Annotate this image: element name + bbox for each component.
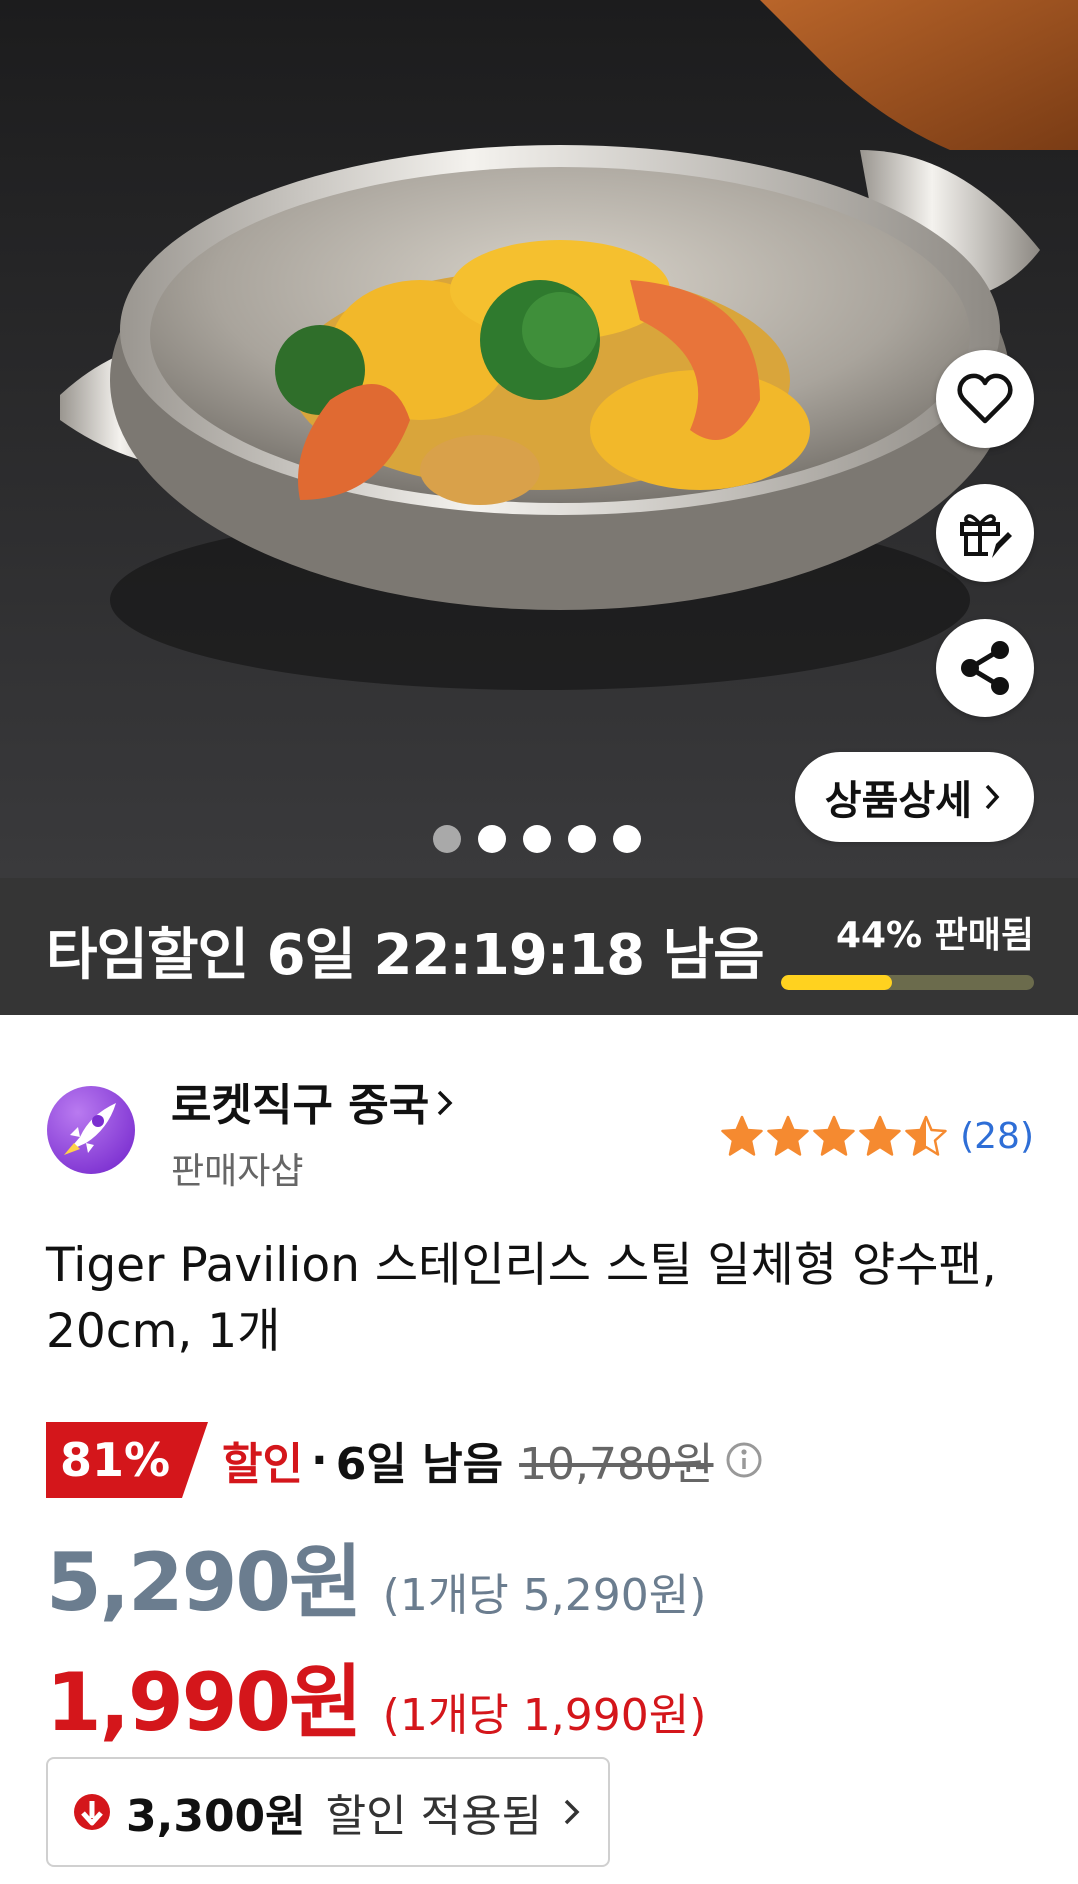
- carousel-dot[interactable]: [523, 825, 551, 853]
- discount-word: 할인: [222, 1439, 303, 1490]
- final-price-row: 1,990원 (1개당 1,990원): [46, 1638, 706, 1754]
- applied-text: 할인 적용됨: [325, 1791, 543, 1842]
- info-icon[interactable]: [724, 1440, 764, 1480]
- product-image-carousel[interactable]: 상품상세: [0, 0, 1078, 878]
- applied-amount: 3,300원: [126, 1791, 306, 1842]
- sold-progress-fill: [781, 975, 893, 990]
- chevron-right-icon: [437, 1090, 453, 1116]
- wishlist-button[interactable]: [936, 350, 1034, 448]
- final-unit-price: (1개당 1,990원): [382, 1690, 707, 1741]
- discount-applied-button[interactable]: 3,300원 할인 적용됨: [46, 1757, 610, 1867]
- star-icon: [813, 1115, 855, 1156]
- star-icon: [767, 1115, 809, 1156]
- share-icon: [961, 641, 1009, 695]
- chevron-right-icon: [564, 1799, 580, 1825]
- discount-badge: 81%: [46, 1422, 208, 1498]
- heart-icon: [957, 373, 1013, 424]
- discount-percent: 81%: [60, 1433, 171, 1487]
- time-deal-bar: 타임할인 6일 22:19:18 남음 44% 판매됨: [0, 878, 1078, 1015]
- separator: ·: [310, 1434, 328, 1486]
- star-icon: [859, 1115, 901, 1156]
- seller-logo[interactable]: [46, 1085, 136, 1175]
- star-rating: [720, 1115, 948, 1157]
- discount-row: 81% 할인 · 6일 남음 10,780원: [46, 1422, 764, 1498]
- carousel-dot[interactable]: [613, 825, 641, 853]
- review-count: (28): [960, 1115, 1034, 1157]
- star-icon: [721, 1115, 763, 1156]
- carousel-dot[interactable]: [478, 825, 506, 853]
- sold-percentage-label: 44% 판매됨: [835, 915, 1034, 956]
- product-detail-button[interactable]: 상품상세: [794, 752, 1034, 842]
- star-icon: [905, 1115, 947, 1156]
- seller-section: 로켓직구 중국 판매자샵 (28): [0, 1015, 1078, 1215]
- days-left: 6일 남음: [335, 1439, 504, 1490]
- chevron-right-icon: [985, 784, 1000, 810]
- gift-rocket-icon: [960, 514, 1012, 558]
- product-photo: [0, 0, 1078, 878]
- seller-name: 로켓직구 중국: [171, 1080, 430, 1131]
- product-detail-label: 상품상세: [824, 778, 972, 824]
- gift-button[interactable]: [936, 484, 1034, 582]
- share-button[interactable]: [936, 619, 1034, 717]
- carousel-dot[interactable]: [568, 825, 596, 853]
- seller-name-link[interactable]: 로켓직구 중국: [171, 1069, 455, 1133]
- arrow-down-icon: [74, 1794, 110, 1830]
- carousel-dot[interactable]: [433, 825, 461, 853]
- carousel-indicator: [433, 825, 641, 853]
- product-title: Tiger Pavilion 스테인리스 스틸 일체형 양수팬, 20cm, 1…: [46, 1238, 997, 1359]
- final-price: 1,990원: [46, 1656, 363, 1749]
- original-price: 10,780원: [519, 1439, 714, 1490]
- sold-progress-bar: [781, 975, 1034, 990]
- time-deal-countdown: 타임할인 6일 22:19:18 남음: [46, 923, 765, 988]
- sale-price: 5,290원: [46, 1536, 363, 1629]
- sale-unit-price: (1개당 5,290원): [382, 1570, 707, 1621]
- sale-price-row: 5,290원 (1개당 5,290원): [46, 1518, 706, 1634]
- rating-summary[interactable]: (28): [720, 1115, 1034, 1157]
- seller-shop-label: 판매자샵: [171, 1151, 304, 1192]
